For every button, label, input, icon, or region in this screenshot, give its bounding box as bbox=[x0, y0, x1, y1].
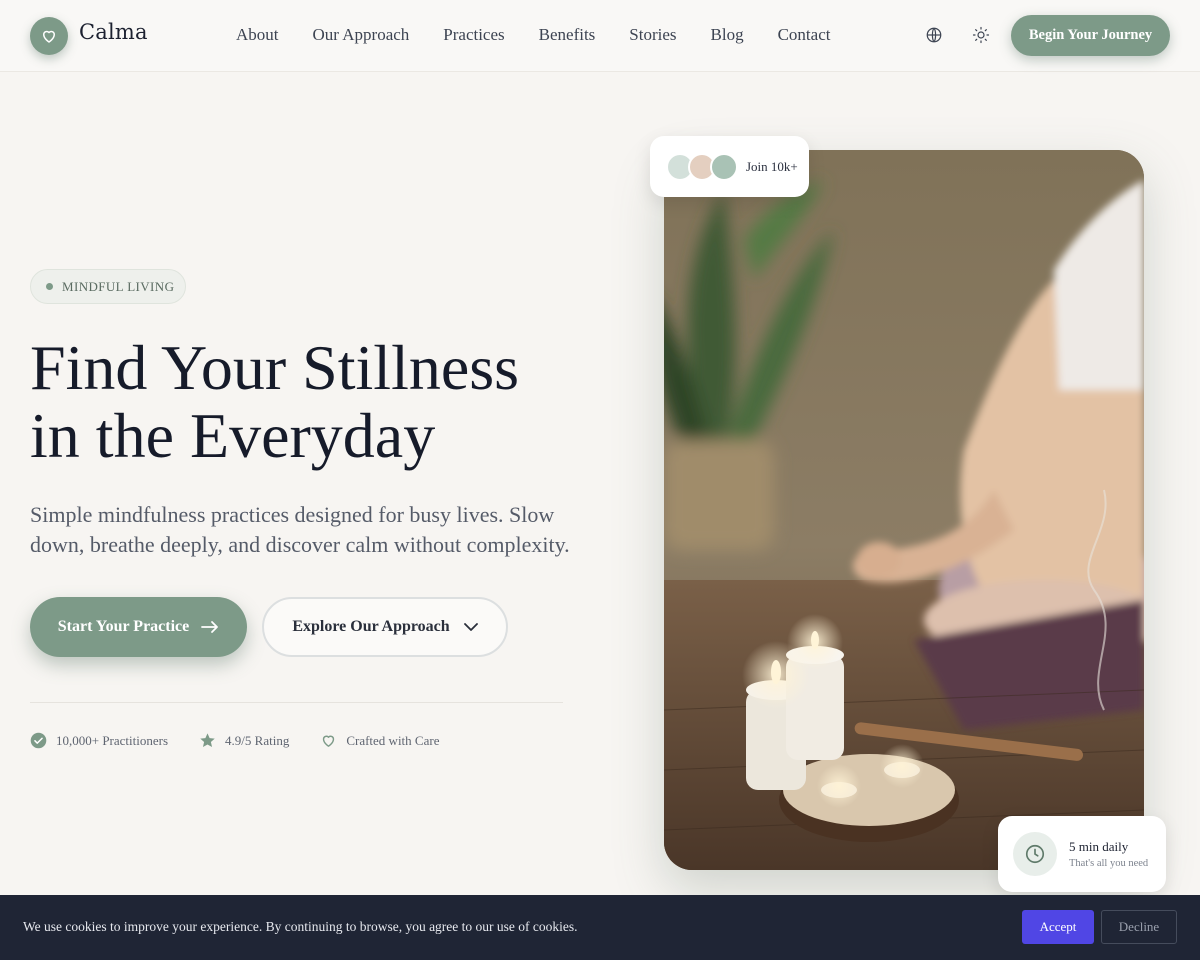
hero-headline: Find Your Stillness in the Everyday bbox=[30, 334, 610, 470]
stat-practitioners-label: 10,000+ Practitioners bbox=[56, 732, 169, 748]
hero-divider bbox=[30, 702, 563, 703]
nav-link-about[interactable]: About bbox=[236, 25, 279, 45]
begin-journey-button[interactable]: Begin Your Journey bbox=[1011, 15, 1170, 56]
explore-approach-button[interactable]: Explore Our Approach bbox=[262, 597, 508, 657]
join-community-card: Join 10k+ bbox=[650, 136, 809, 197]
cookie-message: We use cookies to improve your experienc… bbox=[23, 919, 578, 934]
meditation-hero-image bbox=[664, 150, 1144, 870]
nav-link-benefits[interactable]: Benefits bbox=[539, 25, 596, 45]
badge-label: MINDFUL LIVING bbox=[62, 278, 175, 294]
nav-link-blog[interactable]: Blog bbox=[711, 25, 744, 45]
trust-stats: 10,000+ Practitioners 4.9/5 Rating Craft… bbox=[30, 732, 470, 749]
avatar bbox=[710, 152, 738, 181]
daily-time-text: 5 min daily That's all you need bbox=[1069, 839, 1148, 869]
mindful-living-badge: MINDFUL LIVING bbox=[30, 269, 186, 304]
daily-time-subtitle: That's all you need bbox=[1069, 858, 1149, 869]
meditation-illustration bbox=[664, 150, 1144, 870]
daily-time-title: 5 min daily bbox=[1069, 839, 1129, 854]
nav-link-practices[interactable]: Practices bbox=[443, 25, 504, 45]
stat-rating: 4.9/5 Rating bbox=[199, 732, 289, 749]
stat-crafted-label: Crafted with Care bbox=[346, 732, 440, 748]
stat-crafted: Crafted with Care bbox=[320, 732, 439, 749]
heart-outline-icon bbox=[323, 735, 335, 747]
check-circle-icon bbox=[30, 732, 47, 749]
nav-link-our-approach[interactable]: Our Approach bbox=[313, 25, 410, 45]
top-navigation: Calma About Our Approach Practices Benef… bbox=[0, 0, 1200, 72]
start-practice-button[interactable]: Start Your Practice bbox=[30, 597, 247, 657]
headline-line-1: Find Your Stillness bbox=[30, 332, 520, 403]
chevron-down-icon bbox=[463, 622, 478, 631]
sun-icon bbox=[972, 26, 990, 44]
star-icon bbox=[200, 733, 215, 748]
nav-link-contact[interactable]: Contact bbox=[778, 25, 831, 45]
cookie-banner: We use cookies to improve your experienc… bbox=[0, 895, 1200, 960]
heart-icon bbox=[43, 30, 55, 43]
explore-approach-label: Explore Our Approach bbox=[292, 618, 450, 635]
headline-line-2: in the Everyday bbox=[30, 400, 436, 471]
theme-toggle-button[interactable] bbox=[970, 24, 992, 46]
daily-time-card: 5 min daily That's all you need bbox=[998, 816, 1166, 892]
arrow-right-icon bbox=[201, 621, 219, 633]
globe-icon bbox=[926, 27, 942, 43]
nav-link-stories[interactable]: Stories bbox=[629, 25, 676, 45]
clock-icon-wrap bbox=[1013, 832, 1057, 876]
logo-badge[interactable] bbox=[30, 17, 68, 55]
clock-icon bbox=[1025, 844, 1045, 864]
badge-dot bbox=[46, 283, 53, 290]
brand-name[interactable]: Calma bbox=[79, 20, 148, 44]
cookie-decline-button[interactable]: Decline bbox=[1101, 910, 1177, 944]
join-count-label: Join 10k+ bbox=[746, 158, 798, 174]
language-button[interactable] bbox=[923, 24, 945, 46]
stat-rating-label: 4.9/5 Rating bbox=[225, 732, 290, 748]
cookie-accept-button[interactable]: Accept bbox=[1022, 910, 1094, 944]
stat-practitioners: 10,000+ Practitioners bbox=[30, 732, 168, 749]
hero-subtext: Simple mindfulness practices designed fo… bbox=[30, 502, 570, 557]
nav-links: About Our Approach Practices Benefits St… bbox=[236, 25, 864, 45]
avatar-stack bbox=[666, 152, 738, 181]
start-practice-label: Start Your Practice bbox=[57, 618, 190, 635]
